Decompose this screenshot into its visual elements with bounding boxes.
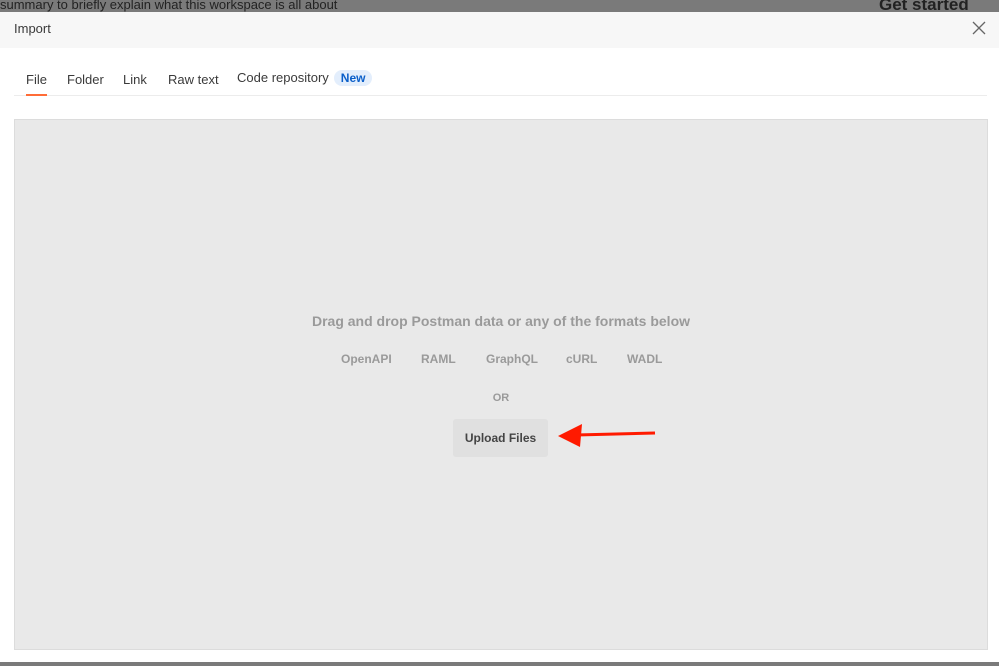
tab-file[interactable]: File [26, 72, 47, 96]
close-icon[interactable] [971, 20, 987, 36]
background-description: summary to briefly explain what this wor… [0, 0, 338, 12]
import-tabs: File Folder Link Raw text Code repositor… [14, 48, 987, 96]
modal-title: Import [14, 21, 51, 36]
tab-raw-text[interactable]: Raw text [168, 72, 219, 87]
tab-link[interactable]: Link [123, 72, 147, 87]
format-graphql: GraphQL [486, 352, 539, 366]
format-wadl: WADL [627, 352, 663, 366]
format-openapi: OpenAPI [341, 352, 392, 366]
format-raml: RAML [421, 352, 456, 366]
tab-label: Code repository [237, 70, 329, 85]
or-separator: OR [492, 392, 510, 404]
file-dropzone[interactable]: Drag and drop Postman data or any of the… [14, 119, 988, 650]
tab-folder[interactable]: Folder [67, 72, 104, 87]
annotation-arrow-icon [558, 424, 656, 447]
format-curl: cURL [566, 352, 598, 366]
new-badge: New [333, 70, 373, 86]
tab-code-repository[interactable]: Code repository New [237, 70, 373, 86]
import-modal: Import File Folder Link Raw text Code re… [0, 12, 999, 662]
dropzone-message: Drag and drop Postman data or any of the… [311, 313, 691, 329]
upload-files-button[interactable]: Upload Files [453, 419, 548, 457]
modal-header: Import [0, 12, 999, 48]
